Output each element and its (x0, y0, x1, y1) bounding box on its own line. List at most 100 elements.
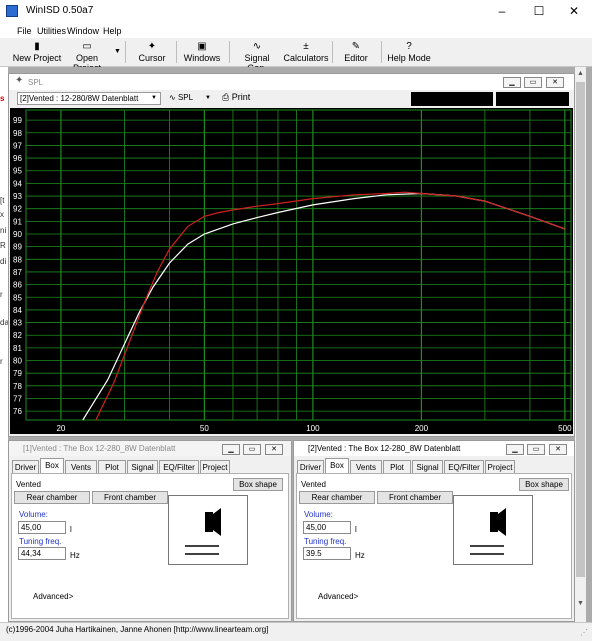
pane-2-front-chamber-button[interactable]: Front chamber (377, 491, 453, 504)
pane-2-advanced-button[interactable]: Advanced> (318, 592, 358, 601)
pane-2-tab-vents[interactable]: Vents (350, 460, 382, 473)
calculators-button[interactable]: ± Calculators (282, 40, 330, 66)
background-document-strip (0, 67, 8, 622)
pane-1-minimize-button[interactable]: ▁ (222, 444, 240, 455)
y-tick-label: 99 (13, 116, 22, 125)
pane-1-advanced-button[interactable]: Advanced> (33, 592, 73, 601)
resize-grip-icon[interactable]: ⋰ (580, 628, 588, 637)
pane-2-tab-signal[interactable]: Signal (412, 460, 443, 473)
editor-button[interactable]: ✎ Editor (336, 40, 376, 66)
cursor-button[interactable]: ✦ Cursor (131, 40, 173, 66)
x-tick-label: 500 (558, 424, 572, 433)
pane-1-volume-label: Volume: (19, 510, 48, 519)
pane-2-tab-eq-filter[interactable]: EQ/Filter (444, 460, 484, 473)
maximize-button[interactable]: ☐ (521, 0, 557, 23)
pane-1-tab-plot[interactable]: Plot (98, 460, 126, 473)
pane-1-rear-chamber-button[interactable]: Rear chamber (14, 491, 90, 504)
pane-2-close-button[interactable]: ✕ (549, 444, 567, 455)
pane-1-front-chamber-button[interactable]: Front chamber (92, 491, 168, 504)
pane-1-tab-driver[interactable]: Driver (12, 460, 39, 473)
menu-utilities[interactable]: Utilities (37, 26, 66, 36)
pane-1-tab-vents[interactable]: Vents (65, 460, 97, 473)
pane-1-tab-signal[interactable]: Signal (127, 460, 158, 473)
windows-button[interactable]: ▣ Windows (180, 40, 224, 66)
pane-2-rear-chamber-button[interactable]: Rear chamber (299, 491, 375, 504)
cursor-readout-1 (411, 92, 493, 106)
y-tick-label: 76 (13, 407, 22, 416)
toolbar-separator (229, 41, 230, 63)
pane-2-tab-plot[interactable]: Plot (383, 460, 411, 473)
calculators-icon: ± (303, 41, 309, 52)
project-select[interactable]: [2]Vented : 12-280/8W Datenblatt (17, 92, 161, 105)
print-button[interactable]: ⎙ Print (222, 92, 250, 103)
y-tick-label: 97 (13, 141, 22, 150)
pane-1-volume-input[interactable]: 45,00 (18, 521, 66, 534)
pane-2-volume-label: Volume: (304, 510, 333, 519)
menu-help[interactable]: Help (103, 26, 122, 36)
menu-file[interactable]: File (17, 26, 32, 36)
signal-gen-button[interactable]: ∿ Signal Gen. (234, 40, 280, 73)
y-tick-label: 92 (13, 205, 22, 214)
scroll-down-icon[interactable]: ▼ (575, 598, 586, 609)
y-tick-label: 84 (13, 306, 22, 315)
pane-1-volume-unit: l (70, 525, 72, 534)
y-tick-label: 91 (13, 217, 22, 226)
close-button[interactable]: ✕ (556, 0, 592, 23)
new-project-icon: ▮ (34, 41, 40, 52)
pane-1-tuning-unit: Hz (70, 551, 80, 560)
help-mode-button[interactable]: ? Help Mode (386, 40, 432, 66)
cursor-readout-2 (496, 92, 569, 106)
pane-2-volume-unit: l (355, 525, 357, 534)
scroll-up-icon[interactable]: ▲ (575, 68, 586, 79)
y-tick-label: 79 (13, 369, 22, 378)
pane-2-box-diagram (453, 495, 533, 565)
pane-2-box-shape-button[interactable]: Box shape (519, 478, 569, 491)
pane-2-tab-project[interactable]: Project (485, 460, 515, 473)
minimize-button[interactable]: – (484, 0, 520, 23)
printer-icon: ⎙ (222, 92, 230, 102)
pane-1-tuning-input[interactable]: 44,34 (18, 547, 66, 560)
pane-1-box-diagram (168, 495, 248, 565)
pane-1-tab-box[interactable]: Box (40, 458, 64, 473)
open-project-button[interactable]: ▭ Open Project (62, 40, 112, 73)
pane-2-tuning-input[interactable]: 39.5 (303, 547, 351, 560)
scrollbar-thumb[interactable] (576, 82, 585, 577)
y-tick-label: 89 (13, 243, 22, 252)
y-tick-label: 85 (13, 293, 22, 302)
pane-1-restore-button[interactable]: ▭ (243, 444, 261, 455)
status-text: (c)1996-2004 Juha Hartikainen, Janne Aho… (6, 625, 269, 634)
open-project-dropdown-icon[interactable]: ▼ (114, 48, 121, 55)
new-project-button[interactable]: ▮ New Project (12, 40, 62, 66)
y-tick-label: 82 (13, 331, 22, 340)
toolbar-separator (176, 41, 177, 63)
pane-2-tab-box[interactable]: Box (325, 458, 349, 473)
toolbar-separator (125, 41, 126, 63)
pane-2-minimize-button[interactable]: ▁ (506, 444, 524, 455)
pane-2-volume-input[interactable]: 45,00 (303, 521, 351, 534)
toolbar-separator (381, 41, 382, 63)
pane-1-box-shape-button[interactable]: Box shape (233, 478, 283, 491)
y-tick-label: 95 (13, 167, 22, 176)
pane-1-tuning-label: Tuning freq. (19, 537, 62, 546)
graph-select-dropdown-icon[interactable]: ▼ (205, 95, 211, 101)
y-tick-label: 81 (13, 344, 22, 353)
pane-2-tab-driver[interactable]: Driver (297, 460, 324, 473)
spl-close-button[interactable]: ✕ (546, 77, 564, 88)
spl-window-icon: ✦ (15, 75, 24, 86)
menu-window[interactable]: Window (67, 26, 99, 36)
y-tick-label: 96 (13, 154, 22, 163)
strip-text: r (0, 357, 3, 366)
spl-restore-button[interactable]: ▭ (524, 77, 542, 88)
y-tick-label: 80 (13, 357, 22, 366)
spl-minimize-button[interactable]: ▁ (503, 77, 521, 88)
pane-2-tuning-label: Tuning freq. (304, 537, 347, 546)
project-select-dropdown-icon[interactable]: ▼ (151, 95, 157, 101)
pane-2-restore-button[interactable]: ▭ (527, 444, 545, 455)
y-tick-label: 88 (13, 255, 22, 264)
spl-chart[interactable]: 76 77 78 79 80 81 82 83 84 85 86 87 88 89 90 91 92 93 94 95… (10, 108, 573, 434)
x-tick-label: 100 (306, 424, 320, 433)
strip-text: di (0, 257, 7, 266)
pane-1-close-button[interactable]: ✕ (265, 444, 283, 455)
pane-1-tab-eq-filter[interactable]: EQ/Filter (159, 460, 199, 473)
pane-1-tab-project[interactable]: Project (200, 460, 230, 473)
